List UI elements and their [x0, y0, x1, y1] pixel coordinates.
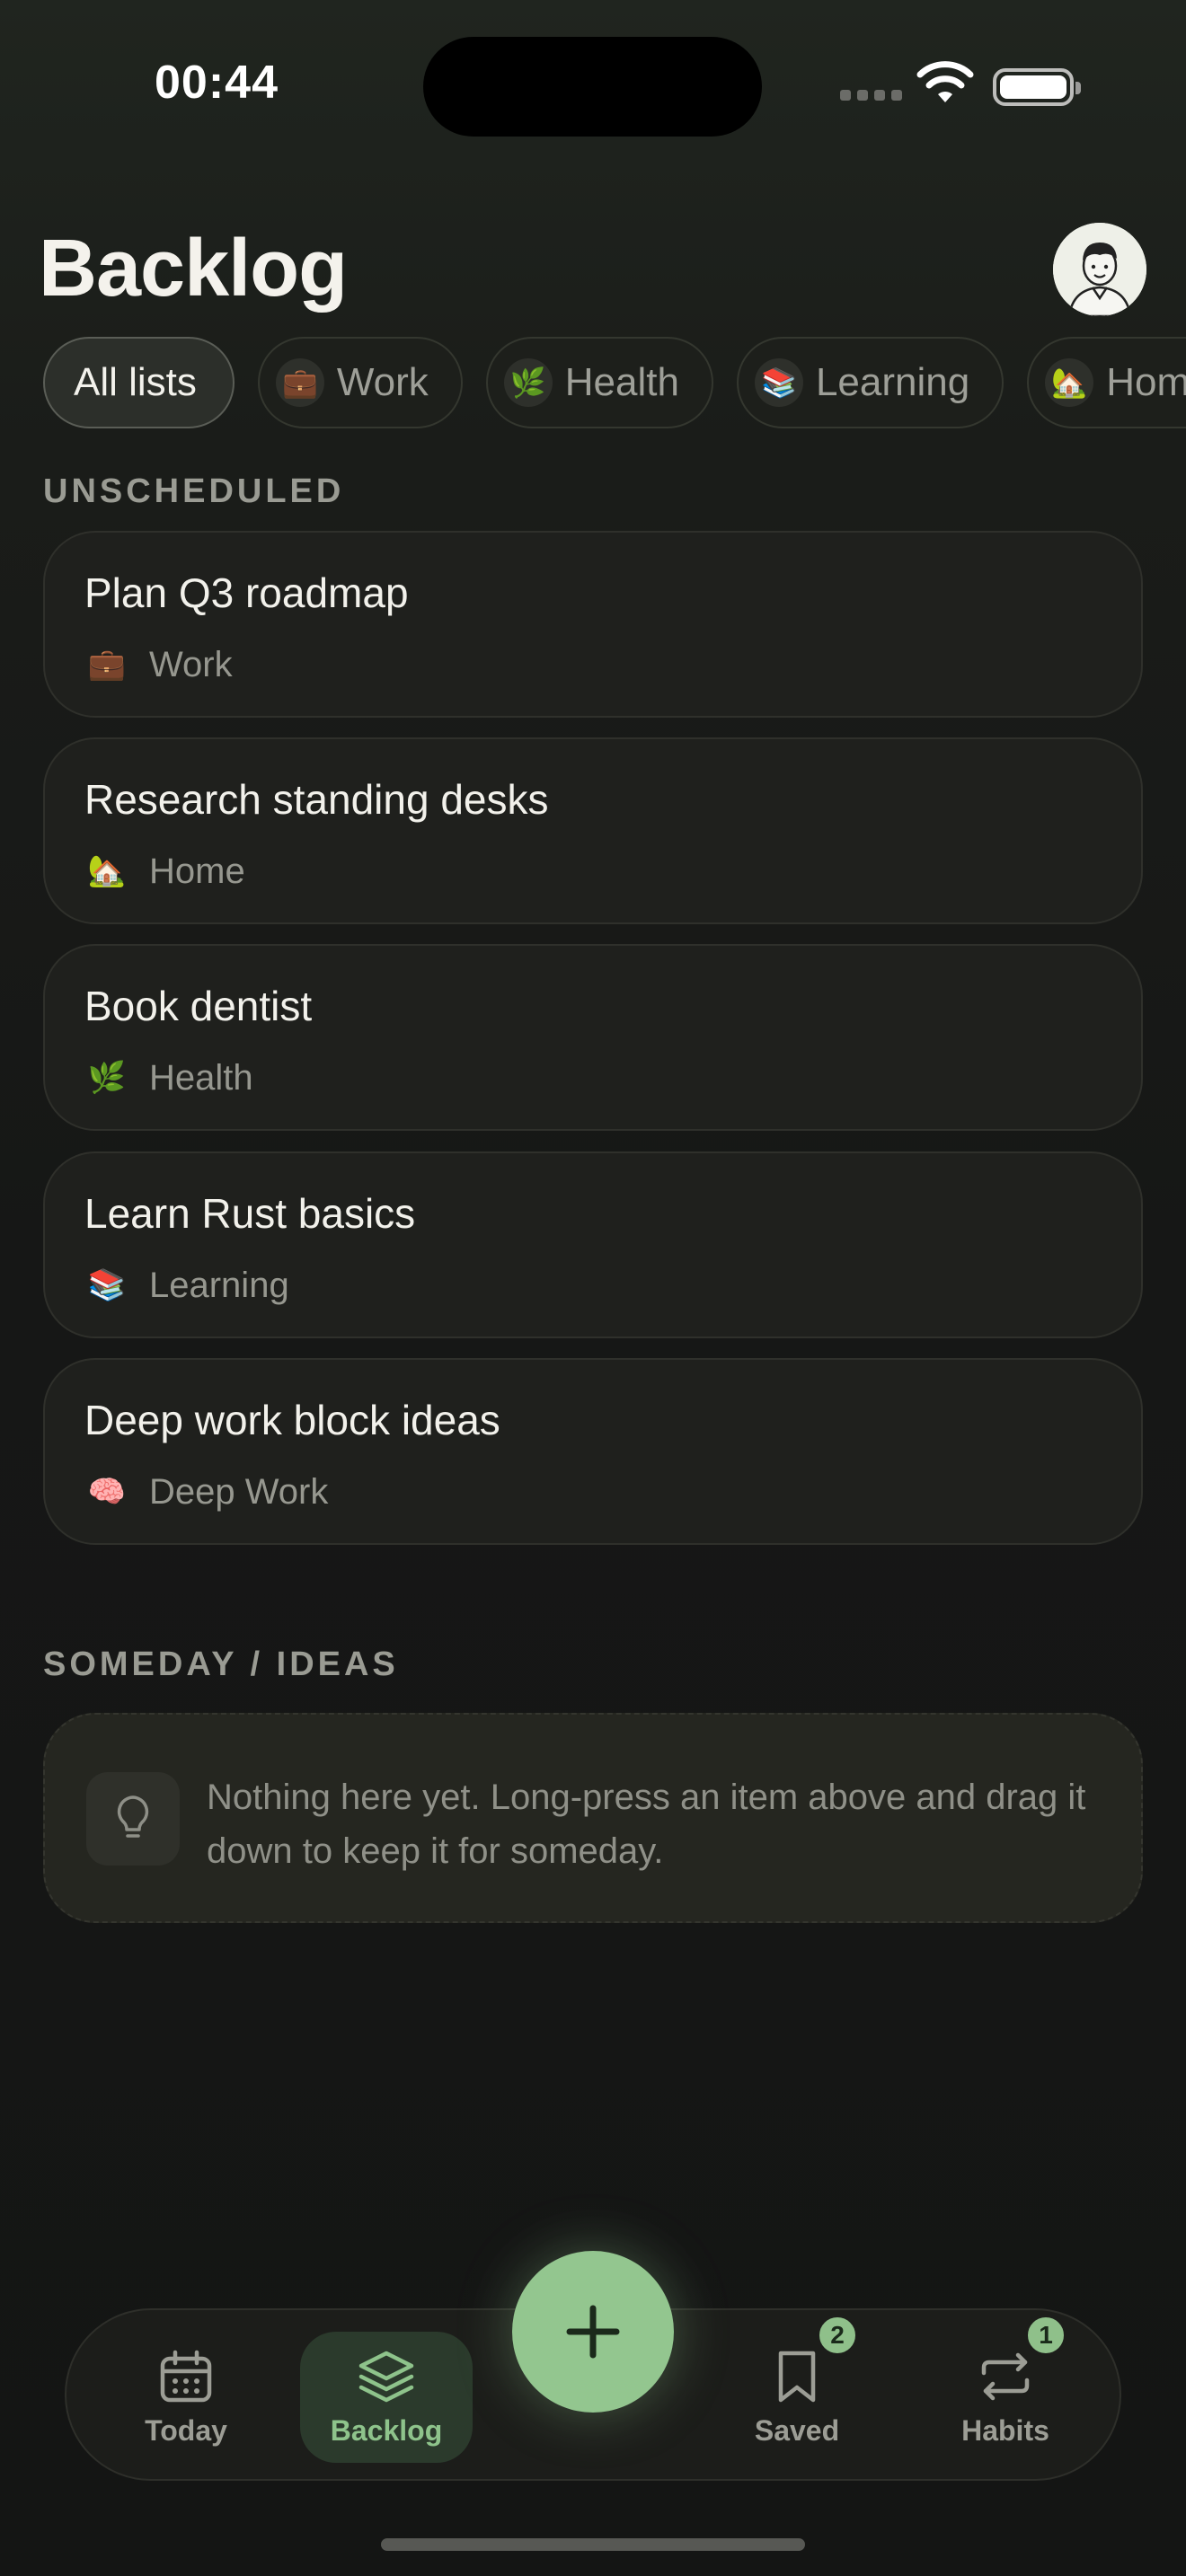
brain-icon: 🧠 [87, 1475, 127, 1509]
tab-label: Backlog [330, 2413, 443, 2447]
signal-icon [840, 90, 902, 101]
task-card[interactable]: Learn Rust basics 📚 Learning [43, 1151, 1143, 1338]
chip-work[interactable]: 💼 Work [257, 337, 463, 428]
task-list-name: Deep Work [149, 1471, 329, 1512]
task-card[interactable]: Deep work block ideas 🧠 Deep Work [43, 1358, 1143, 1545]
task-list-name: Health [149, 1057, 253, 1098]
task-title: Deep work block ideas [84, 1397, 500, 1443]
task-title: Research standing desks [84, 776, 549, 823]
task-list-name: Learning [149, 1265, 289, 1305]
books-icon: 📚 [754, 358, 803, 407]
home-indicator[interactable] [381, 2538, 805, 2551]
status-time: 00:44 [155, 57, 279, 109]
task-list-tag: 📚 Learning [84, 1263, 289, 1308]
chip-all-lists[interactable]: All lists [43, 337, 235, 428]
calendar-icon [160, 2350, 212, 2402]
task-card[interactable]: Book dentist 🌿 Health [43, 944, 1143, 1131]
herb-icon: 🌿 [503, 358, 553, 407]
layers-icon [358, 2351, 414, 2402]
house-icon: 🏡 [87, 854, 127, 888]
task-list-name: Home [149, 851, 245, 891]
tab-label: Saved [754, 2413, 840, 2447]
task-card[interactable]: Plan Q3 roadmap 💼 Work [43, 531, 1143, 718]
bookmark-icon [778, 2351, 816, 2402]
section-label-someday: SOMEDAY / IDEAS [43, 1645, 399, 1683]
tab-backlog[interactable]: Backlog [300, 2332, 473, 2463]
saved-count-badge: 2 [816, 2314, 859, 2357]
task-title: Plan Q3 roadmap [84, 569, 409, 616]
task-card[interactable]: Research standing desks 🏡 Home [43, 737, 1143, 924]
chip-home[interactable]: 🏡 Home [1027, 337, 1186, 428]
add-task-button[interactable] [512, 2251, 674, 2413]
tab-label: Today [145, 2413, 227, 2447]
task-title: Learn Rust basics [84, 1190, 416, 1237]
task-title: Book dentist [84, 983, 313, 1029]
plus-icon [566, 2305, 620, 2359]
section-label-unscheduled: UNSCHEDULED [43, 472, 345, 510]
filter-chips: All lists 💼 Work 🌿 Health 📚 Learning 🏡 H… [43, 337, 1186, 428]
chip-label: Health [564, 360, 679, 404]
avatar[interactable] [1053, 223, 1146, 316]
task-list-tag: 💼 Work [84, 642, 233, 687]
chip-learning[interactable]: 📚 Learning [736, 337, 1005, 428]
avatar-illustration [1053, 223, 1146, 316]
habits-count-badge: 1 [1024, 2314, 1067, 2357]
lightbulb-icon [86, 1772, 180, 1866]
books-icon: 📚 [87, 1268, 127, 1302]
task-list-tag: 🧠 Deep Work [84, 1469, 329, 1514]
tab-today[interactable]: Today [110, 2332, 262, 2463]
chip-label: Learning [815, 360, 970, 404]
task-list-tag: 🌿 Health [84, 1055, 253, 1100]
page-title: Backlog [39, 224, 348, 313]
briefcase-icon: 💼 [275, 358, 324, 407]
chip-label: All lists [74, 360, 197, 404]
chip-label: Home [1106, 360, 1186, 404]
wifi-icon [916, 61, 974, 102]
dynamic-island [423, 37, 762, 137]
chip-label: Work [336, 360, 429, 404]
empty-state-text: Nothing here yet. Long-press an item abo… [207, 1778, 1086, 1871]
herb-icon: 🌿 [87, 1061, 127, 1095]
chip-health[interactable]: 🌿 Health [485, 337, 713, 428]
task-list-tag: 🏡 Home [84, 849, 245, 894]
battery-icon [993, 68, 1081, 106]
house-icon: 🏡 [1045, 358, 1094, 407]
someday-drop-zone[interactable]: Nothing here yet. Long-press an item abo… [43, 1713, 1143, 1923]
briefcase-icon: 💼 [87, 648, 127, 682]
task-list-name: Work [149, 644, 233, 684]
tab-label: Habits [961, 2413, 1049, 2447]
repeat-icon [981, 2352, 1030, 2400]
